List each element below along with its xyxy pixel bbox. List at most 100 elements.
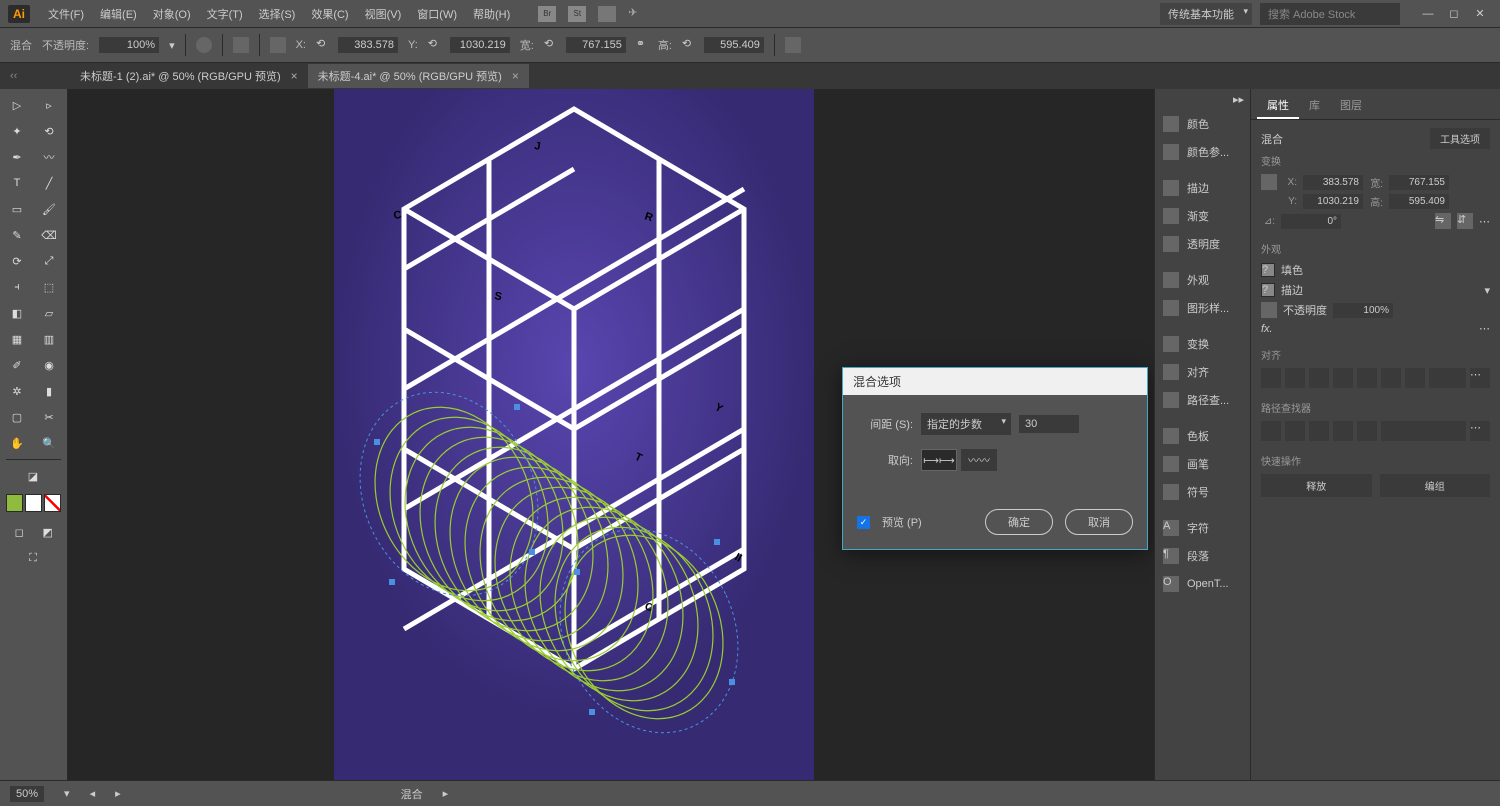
rectangle-tool[interactable]: ▭ <box>2 197 32 221</box>
menu-object[interactable]: 对象(O) <box>145 2 199 26</box>
stroke-width-chevron-icon[interactable]: ▾ <box>1484 284 1490 297</box>
tool-options-button[interactable]: 工具选项 <box>1430 128 1490 149</box>
panel-character[interactable]: A字符 <box>1155 514 1250 542</box>
panel-stroke[interactable]: 描边 <box>1155 174 1250 202</box>
panel-symbols[interactable]: 符号 <box>1155 478 1250 506</box>
align-bottom-icon[interactable] <box>1381 368 1401 388</box>
document-tab[interactable]: 未标题-4.ai* @ 50% (RGB/GPU 预览) × <box>308 64 529 88</box>
search-stock-input[interactable]: 搜索 Adobe Stock <box>1260 3 1400 25</box>
status-chevron-icon[interactable]: ▸ <box>443 787 449 800</box>
maximize-button[interactable]: ◻ <box>1442 5 1466 23</box>
nav-next-icon[interactable]: ▸ <box>115 787 121 800</box>
spacing-mode-select[interactable]: 指定的步数 <box>921 413 1011 435</box>
workspace-switcher[interactable]: 传统基本功能 <box>1160 3 1252 25</box>
panel-color[interactable]: 颜色 <box>1155 110 1250 138</box>
tab-properties[interactable]: 属性 <box>1257 93 1299 119</box>
menu-view[interactable]: 视图(V) <box>357 2 410 26</box>
panel-gradient[interactable]: 渐变 <box>1155 202 1250 230</box>
menu-file[interactable]: 文件(F) <box>40 2 92 26</box>
align-right-icon[interactable] <box>1309 368 1329 388</box>
selection-tool[interactable]: ▷ <box>2 93 32 117</box>
distribute-icon[interactable] <box>1405 368 1425 388</box>
tab-layers[interactable]: 图层 <box>1330 93 1372 119</box>
color-swatch[interactable] <box>25 494 42 512</box>
pen-tool[interactable]: ✒ <box>2 145 32 169</box>
tab-close-icon[interactable]: × <box>291 69 298 83</box>
type-tool[interactable]: T <box>2 171 32 195</box>
zoom-tool[interactable]: 🔍 <box>34 431 64 455</box>
fill-stroke-swap[interactable]: ◪ <box>2 464 64 488</box>
menu-edit[interactable]: 编辑(E) <box>92 2 145 26</box>
graph-tool[interactable]: ▮ <box>34 379 64 403</box>
align-hcenter-icon[interactable] <box>1285 368 1305 388</box>
symbol-sprayer-tool[interactable]: ✲ <box>2 379 32 403</box>
intersect-icon[interactable] <box>1309 421 1329 441</box>
cancel-button[interactable]: 取消 <box>1065 509 1133 535</box>
transform-ref-icon[interactable] <box>270 37 286 53</box>
canvas[interactable]: C J R S T Y O II <box>68 89 1154 780</box>
panel-color-guide[interactable]: 颜色参... <box>1155 138 1250 166</box>
recolor-icon[interactable] <box>196 37 212 53</box>
document-tab[interactable]: 未标题-1 (2).ai* @ 50% (RGB/GPU 预览) × <box>70 64 308 88</box>
width-tool[interactable]: ⫞ <box>2 275 32 299</box>
close-button[interactable]: ✕ <box>1468 5 1492 23</box>
menu-help[interactable]: 帮助(H) <box>465 2 518 26</box>
stroke-swatch[interactable]: ? <box>1261 283 1275 297</box>
lock-wh-icon[interactable]: ⚭ <box>636 37 648 53</box>
more-options-icon[interactable]: ⋯ <box>1470 421 1490 441</box>
panel-align[interactable]: 对齐 <box>1155 358 1250 386</box>
w-input[interactable]: 767.155 <box>566 37 626 53</box>
color-swatch[interactable] <box>6 494 23 512</box>
y-input[interactable]: 1030.219 <box>450 37 510 53</box>
shape-builder-tool[interactable]: ◧ <box>2 301 32 325</box>
zoom-chevron-icon[interactable]: ▾ <box>64 787 70 800</box>
screen-mode[interactable]: ⛶ <box>2 546 64 570</box>
mesh-tool[interactable]: ▦ <box>2 327 32 351</box>
slice-tool[interactable]: ✂ <box>34 405 64 429</box>
panel-graphic-styles[interactable]: 图形样... <box>1155 294 1250 322</box>
x-input[interactable]: 383.578 <box>338 37 398 53</box>
isolate-icon[interactable] <box>785 37 801 53</box>
group-button[interactable]: 编组 <box>1380 474 1491 497</box>
free-transform-tool[interactable]: ⬚ <box>34 275 64 299</box>
minimize-button[interactable]: — <box>1416 5 1440 23</box>
scale-tool[interactable]: ⤢ <box>34 249 64 273</box>
reference-point-icon[interactable] <box>1261 174 1277 190</box>
magic-wand-tool[interactable]: ✦ <box>2 119 32 143</box>
fill-swatch[interactable]: ? <box>1261 263 1275 277</box>
draw-behind[interactable]: ◩ <box>35 520 62 544</box>
minus-front-icon[interactable] <box>1285 421 1305 441</box>
angle-input[interactable]: 0° <box>1281 214 1341 229</box>
align-top-icon[interactable] <box>1333 368 1353 388</box>
opacity-input[interactable]: 100% <box>99 37 159 53</box>
panel-swatches[interactable]: 色板 <box>1155 422 1250 450</box>
flip-h-icon[interactable]: ⇋ <box>1435 213 1451 229</box>
direct-selection-tool[interactable]: ▹ <box>34 93 64 117</box>
opacity-input[interactable]: 100% <box>1333 303 1393 318</box>
stock-icon[interactable]: St <box>568 6 586 22</box>
bridge-icon[interactable]: Br <box>538 6 556 22</box>
panel-brushes[interactable]: 画笔 <box>1155 450 1250 478</box>
panel-appearance[interactable]: 外观 <box>1155 266 1250 294</box>
h-input[interactable]: 595.409 <box>1389 194 1449 209</box>
line-tool[interactable]: ╱ <box>34 171 64 195</box>
panel-transform[interactable]: 变换 <box>1155 330 1250 358</box>
menu-type[interactable]: 文字(T) <box>199 2 251 26</box>
align-stroke-icon[interactable] <box>233 37 249 53</box>
preview-checkbox[interactable]: ✓ <box>857 516 870 529</box>
artboard-tool[interactable]: ▢ <box>2 405 32 429</box>
lasso-tool[interactable]: ⟲ <box>34 119 64 143</box>
paintbrush-tool[interactable]: 🖌 <box>34 197 64 221</box>
orient-align-path[interactable]: 〰〰 <box>961 449 997 471</box>
menu-effect[interactable]: 效果(C) <box>303 2 356 26</box>
eyedropper-tool[interactable]: ✐ <box>2 353 32 377</box>
eraser-tool[interactable]: ⌫ <box>34 223 64 247</box>
h-input[interactable]: 595.409 <box>704 37 764 53</box>
link-w-icon[interactable]: ⟲ <box>544 37 556 53</box>
flip-v-icon[interactable]: ⇵ <box>1457 213 1473 229</box>
divide-icon[interactable] <box>1357 421 1377 441</box>
ok-button[interactable]: 确定 <box>985 509 1053 535</box>
more-options-icon[interactable]: ⋯ <box>1479 322 1490 335</box>
blend-tool[interactable]: ◉ <box>34 353 64 377</box>
exclude-icon[interactable] <box>1333 421 1353 441</box>
